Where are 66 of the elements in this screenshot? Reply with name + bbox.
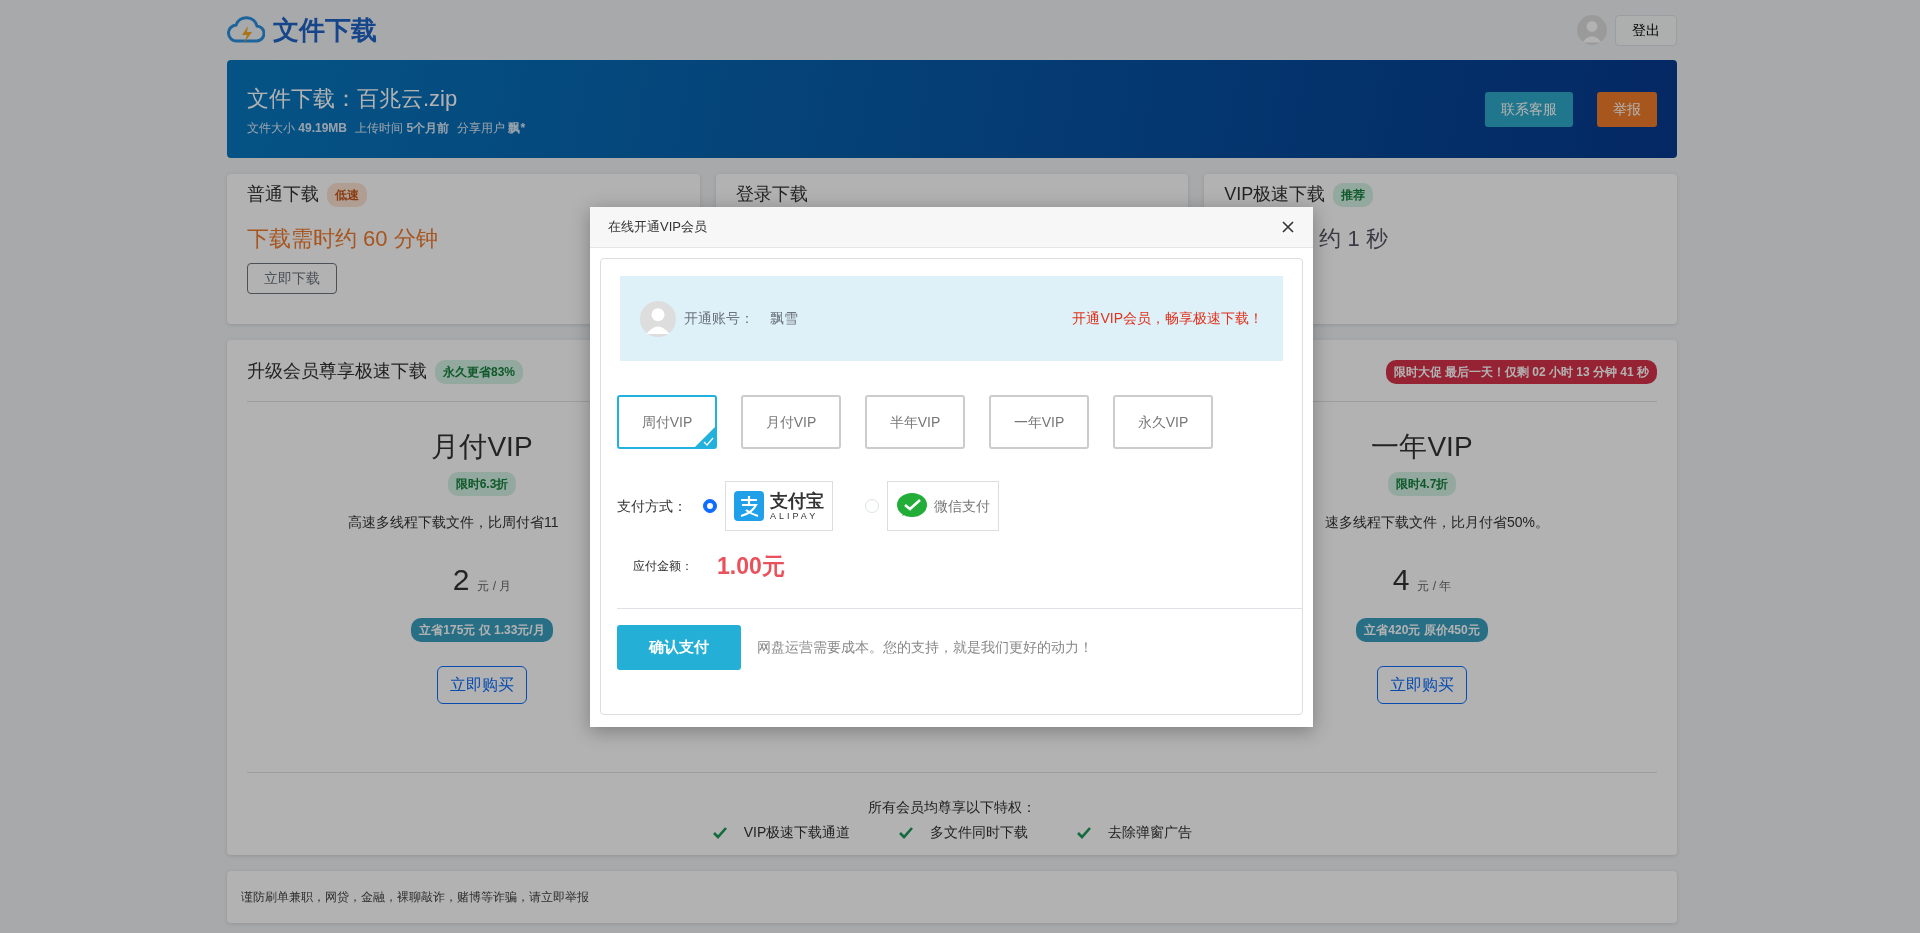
download-time: 约 1 秒 xyxy=(1319,225,1388,253)
plan-name: 一年VIP xyxy=(1371,430,1473,464)
account-label: 开通账号： xyxy=(684,309,754,328)
avatar-icon xyxy=(640,300,676,337)
perks-title: 所有会员均尊享以下特权： xyxy=(867,798,1037,817)
plan-description: 速多线程下载文件，比月付省50%。 xyxy=(1323,513,1550,532)
payment-option[interactable]: 支付宝 ALIPAY xyxy=(725,481,833,531)
download-button[interactable]: 立即下载 xyxy=(247,263,337,294)
site-title: 文件下载 xyxy=(273,13,377,47)
plan-option[interactable]: 半年VIP xyxy=(865,395,965,449)
card-title: 普通下载 xyxy=(247,183,319,206)
countdown-badge: 限时大促 最后一天！仅剩 02 小时 13 分钟 41 秒 xyxy=(1385,359,1657,384)
file-title: 文件下载：百兆云.zip xyxy=(247,84,459,113)
plan-option[interactable]: 一年VIP xyxy=(989,395,1089,449)
save-badge: 永久更省83% xyxy=(435,359,524,384)
card-title: 登录下载 xyxy=(735,183,808,206)
perk-text: 去除弹窗广告 xyxy=(1108,823,1193,842)
radio-button[interactable] xyxy=(703,499,717,513)
close-button[interactable] xyxy=(1281,220,1295,234)
discount-badge: 限时6.3折 xyxy=(447,472,517,496)
plan-option[interactable]: 周付VIP xyxy=(617,395,717,449)
price-unit: 元 / 年 xyxy=(1417,578,1452,595)
plan-option[interactable]: 永久VIP xyxy=(1113,395,1213,449)
download-time: 下载需时约 60 分钟 xyxy=(247,225,438,253)
card-title: VIP极速下载 xyxy=(1224,183,1326,206)
plan-price: 4 xyxy=(1392,562,1410,598)
file-meta: 文件大小 49.19MB xyxy=(247,119,348,137)
saving-badge: 立省175元 仅 1.33元/月 xyxy=(411,618,553,642)
perk-text: VIP极速下载通道 xyxy=(743,823,851,842)
payment-label: 支付方式： xyxy=(617,496,687,516)
amount-label: 应付金额： xyxy=(633,558,693,576)
discount-badge: 限时4.7折 xyxy=(1387,472,1457,496)
speed-badge: 推荐 xyxy=(1333,182,1374,207)
file-meta: 分享用户 飘* xyxy=(457,119,526,137)
payment-logo-icon xyxy=(734,491,764,521)
check-icon xyxy=(1076,825,1093,840)
plan-price: 2 xyxy=(452,562,470,598)
buy-button[interactable]: 立即购买 xyxy=(1377,666,1467,704)
fraud-notice: 谨防刷单兼职，网贷，金融，裸聊敲诈，赌博等诈骗，请立即举报 xyxy=(241,889,589,906)
logout-button[interactable]: 登出 xyxy=(1615,14,1677,46)
cloud-lightning-icon xyxy=(227,15,265,45)
close-icon xyxy=(1281,220,1295,234)
file-meta: 上传时间 5个月前 xyxy=(355,119,450,137)
plan-description: 高速多线程下载文件，比周付省11 xyxy=(347,513,560,532)
saving-badge: 立省420元 原价450元 xyxy=(1356,618,1488,642)
check-icon xyxy=(711,825,728,840)
account-name: 飘雪 xyxy=(770,309,798,328)
avatar-icon xyxy=(1577,15,1607,45)
upgrade-title: 升级会员尊享极速下载 xyxy=(247,360,427,383)
chat-bubble-icon xyxy=(896,492,928,520)
buy-button[interactable]: 立即购买 xyxy=(437,666,527,704)
plan-option[interactable]: 月付VIP xyxy=(741,395,841,449)
support-note: 网盘运营需要成本。您的支持，就是我们更好的动力！ xyxy=(757,637,1093,657)
promo-text: 开通VIP会员，畅享极速下载！ xyxy=(1072,309,1263,328)
dialog-title: 在线开通VIP会员 xyxy=(608,218,707,237)
price-unit: 元 / 月 xyxy=(477,578,512,595)
plan-name: 月付VIP xyxy=(431,430,533,464)
amount-value: 1.00元 xyxy=(717,552,785,581)
check-corner-icon xyxy=(694,426,716,448)
support-button[interactable]: 联系客服 xyxy=(1485,91,1573,127)
payment-option[interactable]: 微信支付 xyxy=(887,481,999,531)
confirm-button[interactable]: 确认支付 xyxy=(617,624,741,670)
perk-text: 多文件同时下载 xyxy=(930,823,1029,842)
check-icon xyxy=(898,825,915,840)
report-button[interactable]: 举报 xyxy=(1597,91,1657,127)
speed-badge: 低速 xyxy=(327,182,367,207)
